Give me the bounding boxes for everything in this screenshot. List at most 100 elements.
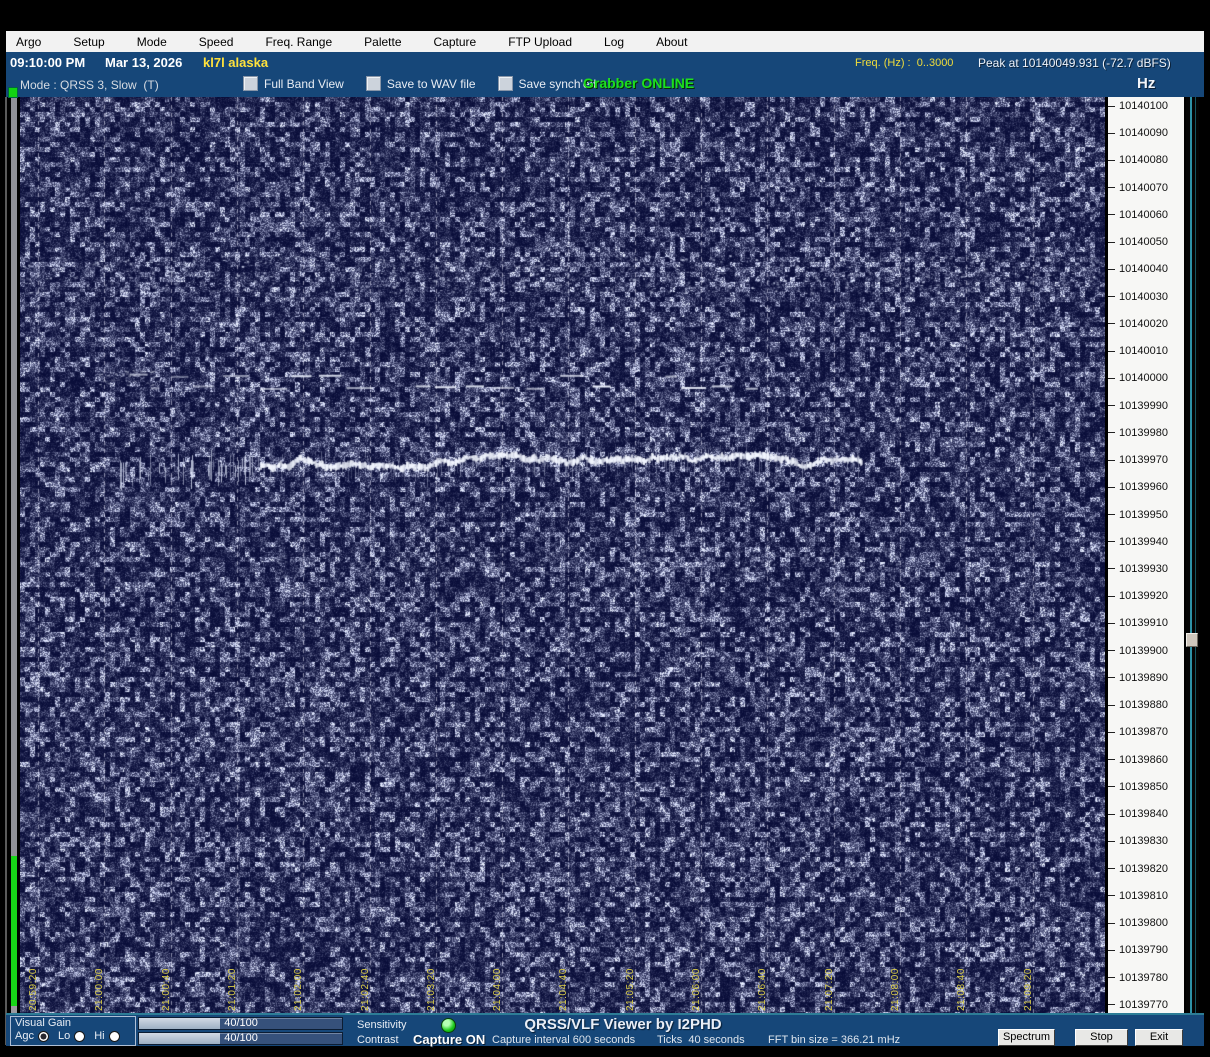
exit-button[interactable]: Exit: [1135, 1029, 1183, 1046]
frequency-label: 10139970: [1119, 454, 1168, 467]
frequency-scale-row: 10139820: [1108, 863, 1184, 875]
stop-button[interactable]: Stop: [1075, 1029, 1128, 1046]
tick-mark: [1108, 541, 1115, 543]
menu-item[interactable]: Capture: [434, 35, 477, 49]
tick-mark: [1108, 187, 1115, 189]
frequency-label: 10139940: [1119, 535, 1168, 548]
menu-item[interactable]: Speed: [199, 35, 234, 49]
frequency-scale-row: 10139910: [1108, 617, 1184, 629]
menu-item[interactable]: Log: [604, 35, 624, 49]
tick-mark: [1108, 786, 1115, 788]
frequency-scale-row: 10140000: [1108, 372, 1184, 384]
radio-button[interactable]: [37, 1030, 49, 1042]
tick-mark: [1108, 296, 1115, 298]
sync-marker: [8, 87, 18, 98]
checkbox-item[interactable]: Save synch'ed: [497, 76, 596, 91]
frequency-label: 10139790: [1119, 944, 1168, 957]
radio-button[interactable]: [108, 1030, 120, 1042]
frequency-label: 10139910: [1119, 617, 1168, 630]
clock-date: Mar 13, 2026: [105, 55, 183, 70]
vertical-scrollbar[interactable]: [1186, 97, 1199, 1015]
tick-mark: [1108, 650, 1115, 652]
tick-mark: [1108, 731, 1115, 733]
frequency-scale: 10140100 10140090 10140080 10140070 1014…: [1108, 97, 1184, 1015]
radio-option[interactable]: Hi: [94, 1030, 120, 1042]
visual-gain-title: Visual Gain: [15, 1017, 72, 1029]
mode-readout: Mode : QRSS 3, Slow (T): [20, 78, 159, 92]
frequency-scale-row: 10139790: [1108, 944, 1184, 956]
menu-item[interactable]: Mode: [137, 35, 167, 49]
capture-status: Capture ON: [413, 1032, 486, 1047]
tick-mark: [1108, 868, 1115, 870]
frequency-label: 10139950: [1119, 508, 1168, 521]
frequency-label: 10139980: [1119, 426, 1168, 439]
frequency-label: 10140070: [1119, 181, 1168, 194]
waterfall-display: [20, 97, 1105, 1013]
tick-mark: [1108, 486, 1115, 488]
checkbox-item[interactable]: Save to WAV file: [365, 76, 476, 91]
frequency-label: 10140000: [1119, 372, 1168, 385]
frequency-scale-row: 10139960: [1108, 481, 1184, 493]
checkbox[interactable]: [497, 76, 513, 91]
menu-bar: Argo Setup Mode Speed Freq. Range Palette Capt…: [6, 31, 1204, 52]
spectrum-button[interactable]: Spectrum: [998, 1029, 1055, 1046]
frequency-label: 10139900: [1119, 644, 1168, 657]
frequency-label: 10140050: [1119, 236, 1168, 249]
frequency-label: 10140010: [1119, 345, 1168, 358]
frequency-label: 10140080: [1119, 154, 1168, 167]
frequency-label: 10139860: [1119, 753, 1168, 766]
control-bar: Visual Gain Agc Lo Hi 40/100 40/100 Sens…: [6, 1013, 1204, 1047]
radio-label: Lo: [57, 1030, 71, 1042]
ticks-info: Ticks 40 seconds: [657, 1034, 745, 1046]
checkbox[interactable]: [243, 76, 258, 91]
checkbox[interactable]: [365, 76, 381, 91]
peak-readout: Peak at 10140049.931 (-72.7 dBFS): [978, 56, 1171, 70]
frequency-scale-row: 10139920: [1108, 590, 1184, 602]
frequency-label: 10139770: [1119, 998, 1168, 1011]
contrast-slider[interactable]: 40/100: [138, 1032, 343, 1045]
tick-mark: [1108, 132, 1115, 134]
fft-bin-info: FFT bin size = 366.21 mHz: [768, 1034, 901, 1046]
menu-item[interactable]: Argo: [16, 35, 41, 49]
menu-item[interactable]: Freq. Range: [265, 35, 332, 49]
frequency-label: 10139920: [1119, 590, 1168, 603]
scrollbar-track-shadow: [1195, 97, 1196, 1015]
capture-progress-tip: [11, 1006, 17, 1013]
visual-gain-radios: Agc Lo Hi: [15, 1030, 120, 1042]
frequency-scale-row: 10139770: [1108, 999, 1184, 1011]
clock-time: 09:10:00 PM: [10, 55, 86, 70]
menu-item[interactable]: Setup: [73, 35, 104, 49]
frequency-scale-row: 10139840: [1108, 808, 1184, 820]
frequency-scale-row: 10139780: [1108, 972, 1184, 984]
menu-item[interactable]: FTP Upload: [508, 35, 572, 49]
checkbox-item[interactable]: Full Band View: [243, 76, 344, 91]
argo-window: Argo Setup Mode Speed Freq. Range Palette Capt…: [0, 0, 1210, 1057]
checkbox-label: Save to WAV file: [386, 76, 476, 91]
menu-item[interactable]: Palette: [364, 35, 401, 49]
frequency-scale-row: 10140020: [1108, 318, 1184, 330]
frequency-scale-row: 10139990: [1108, 400, 1184, 412]
scrollbar-thumb[interactable]: [1186, 633, 1198, 647]
tick-mark: [1108, 159, 1115, 161]
frequency-scale-row: 10139940: [1108, 536, 1184, 548]
tick-mark: [1108, 568, 1115, 570]
frequency-scale-row: 10139800: [1108, 917, 1184, 929]
frequency-scale-row: 10140060: [1108, 209, 1184, 221]
contrast-label: Contrast: [357, 1034, 399, 1046]
sensitivity-slider[interactable]: 40/100: [138, 1017, 343, 1030]
menu-item[interactable]: About: [656, 35, 687, 49]
frequency-scale-row: 10140100: [1108, 100, 1184, 112]
tick-mark: [1108, 622, 1115, 624]
radio-option[interactable]: Lo: [57, 1030, 86, 1042]
tick-mark: [1108, 1004, 1115, 1006]
radio-option[interactable]: Agc: [15, 1030, 49, 1042]
mode-bar: Mode : QRSS 3, Slow (T) Full Band View S…: [6, 73, 1204, 97]
checkbox-group: Full Band View Save to WAV file Save syn…: [243, 76, 596, 91]
radio-button[interactable]: [74, 1030, 86, 1042]
tick-mark: [1108, 677, 1115, 679]
tick-mark: [1108, 922, 1115, 924]
frequency-label: 10140100: [1119, 100, 1168, 112]
tick-mark: [1108, 895, 1115, 897]
station-id: kl7l alaska: [203, 55, 269, 70]
frequency-scale-row: 10139970: [1108, 454, 1184, 466]
